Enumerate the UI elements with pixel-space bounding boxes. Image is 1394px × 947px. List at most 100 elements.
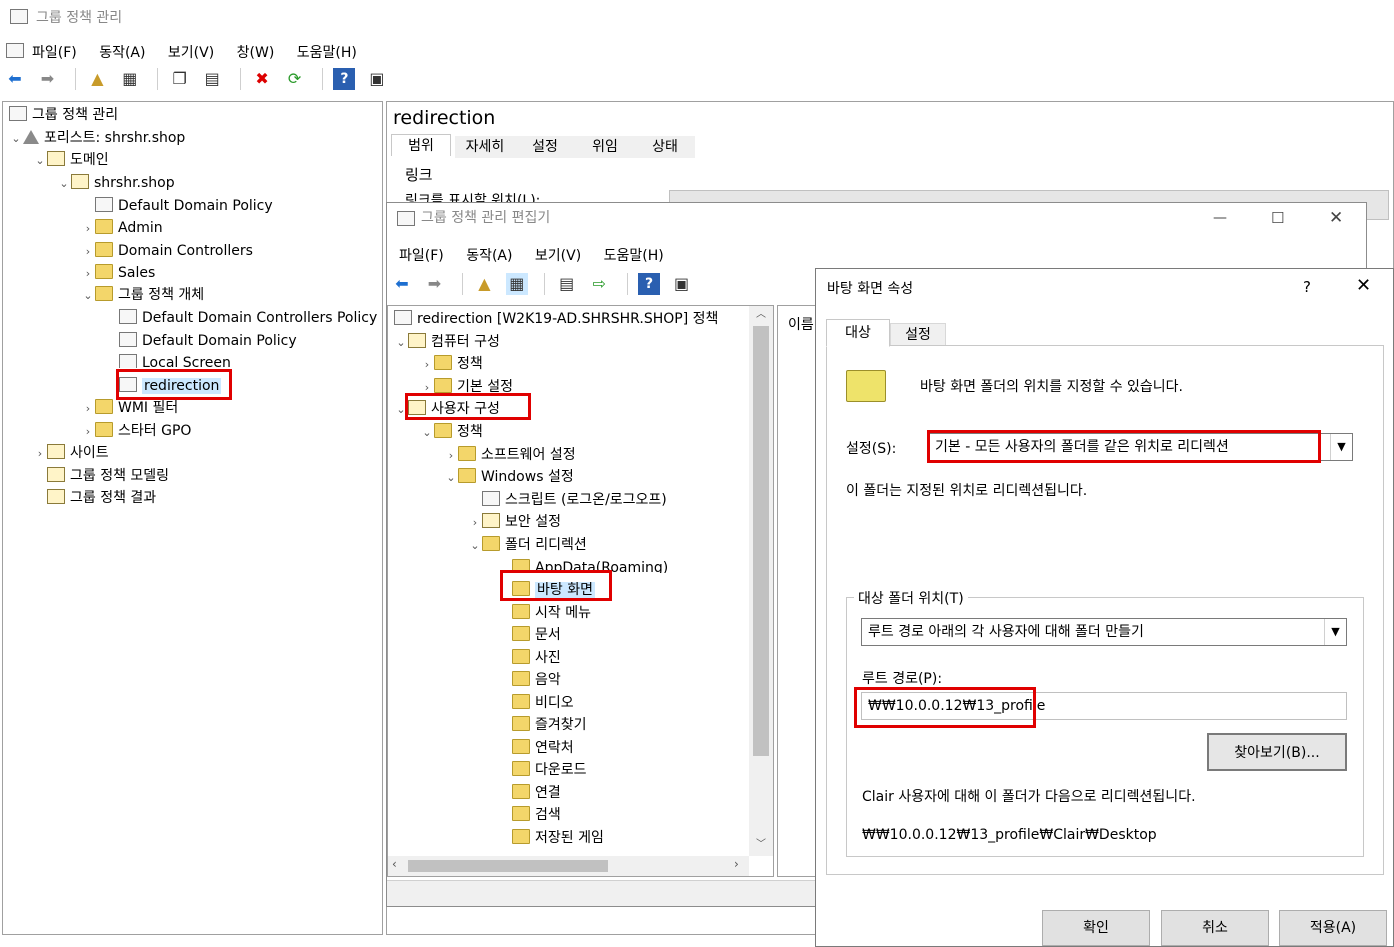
tree-domain[interactable]: ⌄ shrshr.shop — [57, 172, 175, 194]
tree-gpo-objects[interactable]: ⌄ 그룹 정책 개체 — [81, 284, 204, 306]
minimize-icon[interactable]: — — [1213, 203, 1227, 233]
gpme-folder-downloads[interactable]: 다운로드 — [512, 759, 587, 781]
tab-scope[interactable]: 범위 — [391, 134, 451, 156]
menu-file[interactable]: 파일(F) — [32, 45, 77, 61]
gpme-root[interactable]: redirection [W2K19-AD.SHRSHR.SHOP] 정책 — [394, 308, 718, 330]
gpme-security[interactable]: › 보안 설정 — [468, 511, 561, 533]
paste-icon[interactable]: ▤ — [201, 68, 223, 90]
tree-ddcp[interactable]: Default Domain Controllers Policy — [119, 307, 377, 329]
tree-forest[interactable]: ⌄ 포리스트: shrshr.shop — [9, 127, 185, 149]
scroll-up-icon[interactable]: ︿ — [749, 306, 773, 324]
chevron-down-icon[interactable]: ⌄ — [444, 467, 458, 489]
tab-status[interactable]: 상태 — [635, 136, 695, 158]
gpme-menu-action[interactable]: 동작(A) — [466, 248, 512, 264]
tree-root[interactable]: 그룹 정책 관리 — [9, 104, 118, 126]
menu-window[interactable]: 창(W) — [237, 45, 275, 61]
name-column-header[interactable]: 이름 — [788, 314, 814, 334]
tree-sales[interactable]: › Sales — [81, 262, 155, 284]
chevron-right-icon[interactable]: › — [81, 421, 95, 443]
gpme-folder-contacts[interactable]: 연락처 — [512, 737, 574, 759]
gpme-menu-help[interactable]: 도움말(H) — [604, 248, 664, 264]
gpme-folder-favorites[interactable]: 즐겨찾기 — [512, 714, 587, 736]
gpme-software-settings[interactable]: › 소프트웨어 설정 — [444, 444, 576, 466]
tree-vscrollbar[interactable]: ︿ ﹀ — [749, 306, 773, 856]
chevron-right-icon[interactable]: › — [81, 241, 95, 263]
tab-delegation[interactable]: 위임 — [575, 136, 635, 158]
menu-help[interactable]: 도움말(H) — [297, 45, 357, 61]
show-hide-tree-icon[interactable]: ▦ — [505, 273, 528, 295]
browse-button[interactable]: 찾아보기(B)... — [1207, 733, 1347, 771]
menu-action[interactable]: 동작(A) — [99, 45, 145, 61]
apply-button[interactable]: 적용(A) — [1279, 910, 1387, 946]
gpme-scripts[interactable]: 스크립트 (로그온/로그오프) — [482, 489, 667, 511]
ok-button[interactable]: 확인 — [1042, 910, 1150, 946]
up-folder-icon[interactable]: ▲ — [473, 273, 495, 295]
gpme-folder-links[interactable]: 연결 — [512, 782, 561, 804]
vscroll-thumb[interactable] — [753, 326, 769, 756]
back-arrow-icon[interactable]: ⬅ — [4, 68, 26, 90]
chevron-right-icon[interactable]: › — [33, 443, 47, 465]
menu-view[interactable]: 보기(V) — [168, 45, 214, 61]
view-icon[interactable]: ▣ — [671, 273, 693, 295]
gpme-folder-pictures[interactable]: 사진 — [512, 647, 561, 669]
chevron-down-icon[interactable]: ⌄ — [33, 150, 47, 172]
chevron-down-icon[interactable]: ⌄ — [468, 535, 482, 557]
chevron-right-icon[interactable]: › — [420, 354, 434, 376]
chevron-down-icon[interactable]: ⌄ — [420, 422, 434, 444]
tab-details[interactable]: 자세히 — [455, 136, 515, 158]
properties-icon[interactable]: ▣ — [366, 68, 388, 90]
gpme-folder-redirection[interactable]: ⌄ 폴더 리디렉션 — [468, 534, 587, 556]
chevron-down-icon[interactable]: ⌄ — [394, 332, 408, 354]
tree-modeling[interactable]: 그룹 정책 모델링 — [47, 465, 169, 487]
gpme-folder-music[interactable]: 음악 — [512, 669, 561, 691]
forward-arrow-icon[interactable]: ➡ — [36, 68, 58, 90]
tree-default-domain-policy[interactable]: Default Domain Policy — [95, 195, 273, 217]
scroll-right-icon[interactable]: › — [734, 857, 739, 871]
tree-ddp[interactable]: Default Domain Policy — [119, 330, 297, 352]
tree-sites[interactable]: › 사이트 — [33, 442, 109, 464]
gpme-folder-start-menu[interactable]: 시작 메뉴 — [512, 602, 591, 624]
chevron-right-icon[interactable]: › — [444, 445, 458, 467]
tree-domains[interactable]: ⌄ 도메인 — [33, 149, 109, 171]
gpme-folder-documents[interactable]: 문서 — [512, 624, 561, 646]
tab-settings[interactable]: 설정 — [515, 136, 575, 158]
tree-starter-gpo[interactable]: › 스타터 GPO — [81, 420, 191, 442]
up-folder-icon[interactable]: ▲ — [86, 68, 108, 90]
gpme-menu-file[interactable]: 파일(F) — [399, 248, 444, 264]
dialog-close-icon[interactable]: ✕ — [1356, 275, 1371, 296]
gpme-folder-saved-games[interactable]: 저장된 게임 — [512, 827, 604, 849]
properties-sheet-icon[interactable]: ▤ — [556, 273, 578, 295]
chevron-right-icon[interactable]: › — [81, 218, 95, 240]
chevron-right-icon[interactable]: › — [468, 512, 482, 534]
forward-arrow-icon[interactable]: ➡ — [423, 273, 445, 295]
tree-results[interactable]: 그룹 정책 결과 — [47, 487, 156, 509]
chevron-down-icon[interactable]: ⌄ — [9, 128, 23, 150]
dialog-tab-settings[interactable]: 설정 — [890, 323, 946, 345]
tree-wmi[interactable]: › WMI 필터 — [81, 397, 178, 419]
chevron-down-icon[interactable]: ⌄ — [57, 173, 71, 195]
copy-icon[interactable]: ❐ — [169, 68, 191, 90]
tree-hscrollbar[interactable]: ‹ › — [388, 856, 749, 876]
chevron-down-icon[interactable]: ▼ — [1330, 434, 1352, 460]
menu-app-icon[interactable] — [6, 43, 24, 58]
close-icon[interactable]: ✕ — [1329, 203, 1343, 233]
gpme-windows-settings[interactable]: ⌄ Windows 설정 — [444, 466, 574, 488]
chevron-right-icon[interactable]: › — [81, 263, 95, 285]
help-icon[interactable]: ? — [333, 68, 356, 90]
chevron-down-icon[interactable]: ▼ — [1324, 619, 1346, 645]
export-list-icon[interactable]: ⇨ — [588, 273, 610, 295]
gpme-user-policies[interactable]: ⌄ 정책 — [420, 421, 483, 443]
chevron-right-icon[interactable]: › — [81, 398, 95, 420]
scroll-down-icon[interactable]: ﹀ — [749, 836, 773, 854]
hscroll-thumb[interactable] — [408, 860, 608, 872]
dialog-help-icon[interactable]: ? — [1303, 278, 1311, 296]
delete-icon[interactable]: ✖ — [251, 68, 273, 90]
gpme-menu-view[interactable]: 보기(V) — [535, 248, 581, 264]
maximize-icon[interactable]: ☐ — [1271, 203, 1284, 233]
gpme-folder-videos[interactable]: 비디오 — [512, 692, 574, 714]
gpme-computer-config[interactable]: ⌄ 컴퓨터 구성 — [394, 331, 500, 353]
gpme-folder-searches[interactable]: 검색 — [512, 804, 561, 826]
cancel-button[interactable]: 취소 — [1161, 910, 1269, 946]
gpme-computer-policies[interactable]: › 정책 — [420, 353, 483, 375]
scroll-left-icon[interactable]: ‹ — [392, 857, 397, 871]
